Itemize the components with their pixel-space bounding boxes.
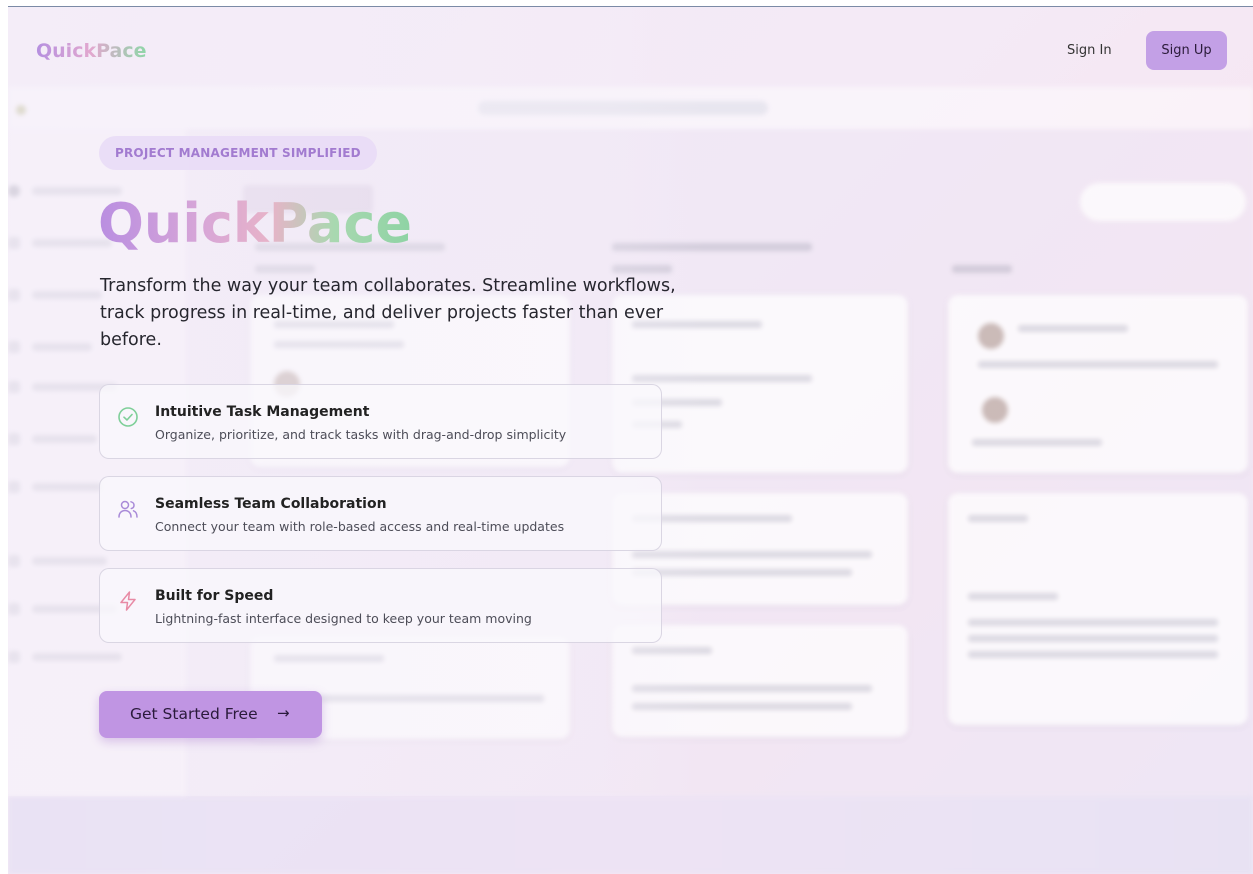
- bg-line: [968, 635, 1218, 642]
- bg-line: [1018, 325, 1128, 332]
- bg-avatar: [978, 323, 1004, 349]
- sign-up-button[interactable]: Sign Up: [1146, 31, 1227, 70]
- feature-description: Connect your team with role-based access…: [155, 519, 565, 534]
- tagline-badge: PROJECT MANAGEMENT SIMPLIFIED: [99, 136, 377, 170]
- bg-line: [972, 439, 1102, 446]
- bg-avatar: [982, 397, 1008, 423]
- logo[interactable]: QuickPace: [36, 40, 146, 62]
- get-started-label: Get Started Free: [130, 705, 258, 723]
- feature-title: Built for Speed: [155, 588, 274, 604]
- bg-filter-pill: [1080, 183, 1246, 221]
- feature-description: Lightning-fast interface designed to kee…: [155, 611, 532, 626]
- lightning-icon: [117, 590, 139, 612]
- bg-line: [968, 651, 1218, 658]
- feature-card-task-management: Intuitive Task Management Organize, prio…: [99, 384, 662, 459]
- feature-description: Organize, prioritize, and track tasks wi…: [155, 427, 567, 442]
- bg-line: [978, 361, 1218, 368]
- sign-in-link[interactable]: Sign In: [1067, 38, 1112, 64]
- bg-task-card: [948, 493, 1248, 725]
- header: QuickPace Sign In Sign Up: [8, 7, 1253, 87]
- get-started-button[interactable]: Get Started Free →: [99, 691, 322, 738]
- hero-title: QuickPace: [98, 189, 412, 259]
- feature-card-collaboration: Seamless Team Collaboration Connect your…: [99, 476, 662, 551]
- feature-title: Seamless Team Collaboration: [155, 496, 387, 512]
- bg-line: [968, 515, 1028, 522]
- feature-title: Intuitive Task Management: [155, 404, 370, 420]
- arrow-right-icon: →: [277, 704, 290, 722]
- check-circle-icon: [117, 406, 139, 428]
- landing-page: QuickPace Sign In Sign Up PROJECT MANAGE…: [8, 6, 1253, 874]
- bg-column-header: [952, 265, 1012, 273]
- bg-line: [968, 619, 1218, 626]
- bg-line: [968, 593, 1058, 600]
- feature-card-speed: Built for Speed Lightning-fast interface…: [99, 568, 662, 643]
- bg-task-card: [948, 295, 1248, 473]
- hero-description: Transform the way your team collaborates…: [100, 276, 676, 350]
- bg-footer-band: [8, 796, 1253, 874]
- users-icon: [117, 498, 139, 520]
